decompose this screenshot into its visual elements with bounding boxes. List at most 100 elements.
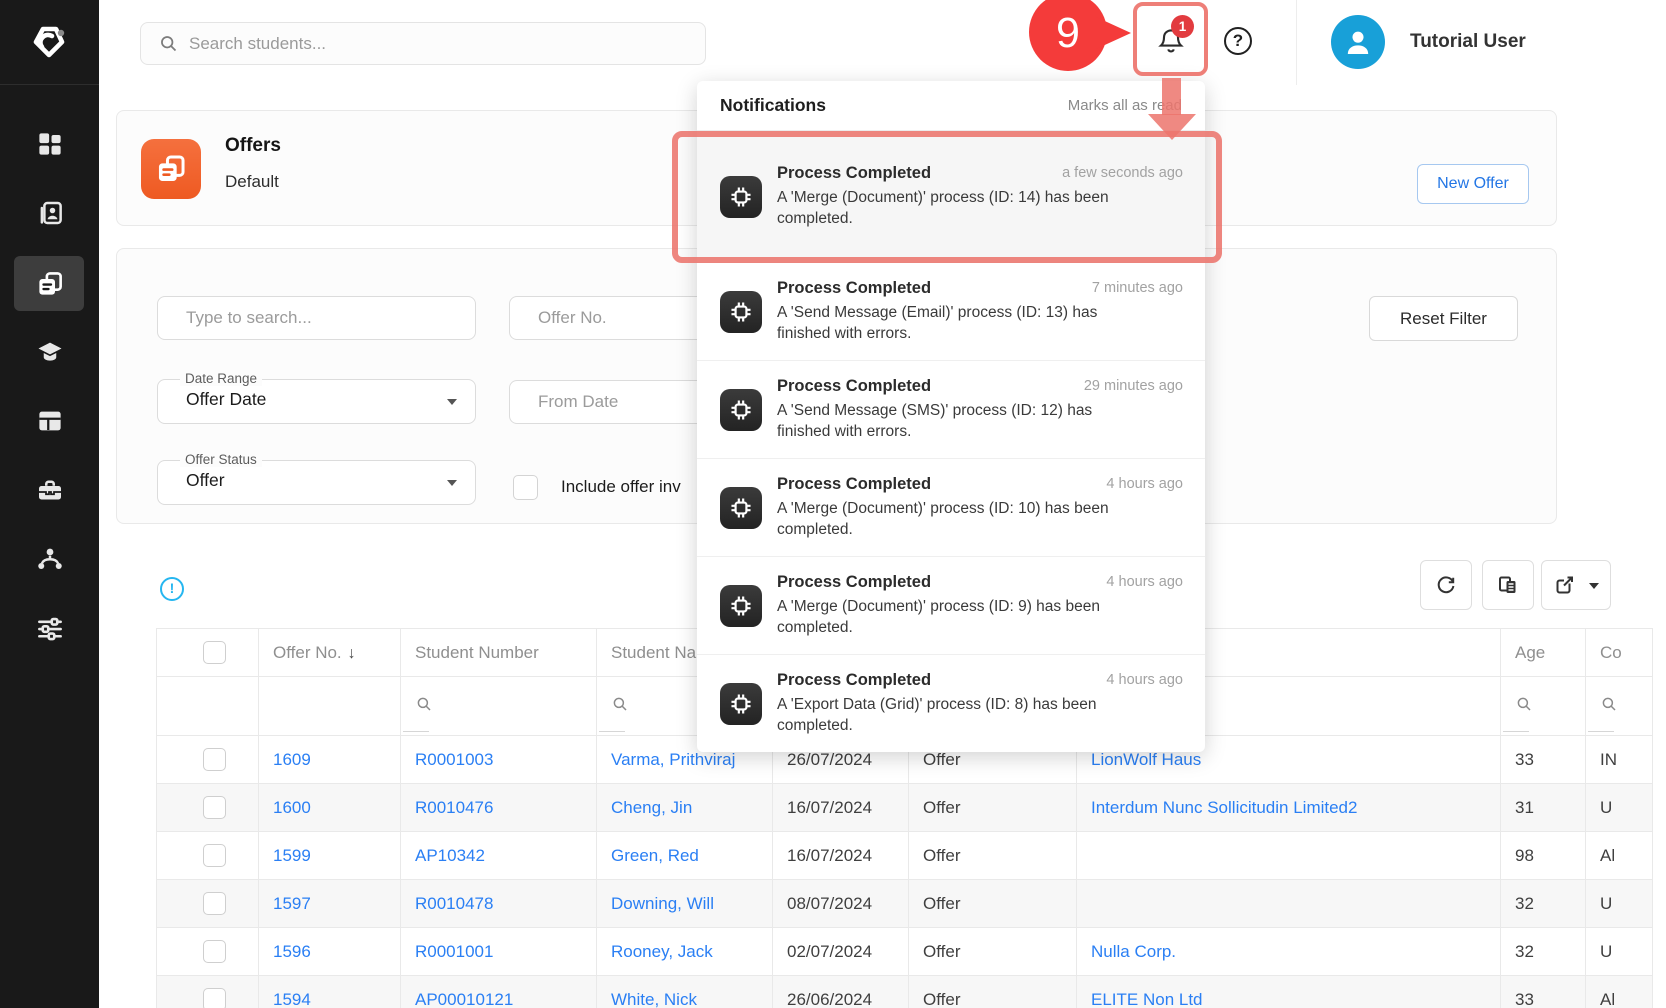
age: 32 (1515, 942, 1534, 961)
offer-status: Offer (923, 798, 960, 817)
offer-status: Offer (923, 846, 960, 865)
offer-link[interactable]: 1599 (273, 846, 311, 865)
student-number-link[interactable]: AP10342 (415, 846, 485, 865)
offer-link[interactable]: 1594 (273, 990, 311, 1008)
notification-message: A 'Send Message (SMS)' process (ID: 12) … (777, 400, 1149, 443)
notification-message: A 'Export Data (Grid)' process (ID: 8) h… (777, 694, 1149, 737)
search-icon (1600, 695, 1618, 713)
refresh-button[interactable] (1420, 560, 1472, 610)
select-all-checkbox[interactable] (203, 641, 226, 664)
help-icon[interactable]: ? (1224, 27, 1252, 55)
row-checkbox[interactable] (203, 748, 226, 771)
sidebar-item-settings[interactable] (35, 614, 65, 644)
column-chooser-button[interactable] (1482, 560, 1534, 610)
date-range-select[interactable]: Date Range Offer Date (157, 379, 476, 424)
company-link[interactable]: LionWolf Haus (1091, 750, 1201, 769)
notification-item[interactable]: Process Completed 7 minutes ago A 'Send … (697, 263, 1205, 361)
app-logo[interactable] (0, 0, 99, 85)
company-link[interactable]: ELITE Non Ltd (1091, 990, 1203, 1008)
notification-item[interactable]: Process Completed 4 hours ago A 'Merge (… (697, 459, 1205, 557)
include-offer-checkbox[interactable] (513, 475, 538, 500)
user-name[interactable]: Tutorial User (1410, 31, 1526, 53)
export-icon (1553, 573, 1577, 597)
country: IN (1600, 750, 1617, 769)
notification-item[interactable]: Process Completed 29 minutes ago A 'Send… (697, 361, 1205, 459)
student-number-link[interactable]: R0001001 (415, 942, 493, 961)
col-offer-no[interactable]: Offer No.↓ (259, 629, 401, 677)
offers-module-icon (141, 139, 201, 199)
filter-search-input[interactable] (158, 297, 475, 339)
filter-country[interactable] (1586, 677, 1653, 736)
include-offer-label: Include offer inv (561, 477, 681, 497)
student-name-link[interactable]: White, Nick (611, 990, 697, 1008)
table-row: 1596 R0001001 Rooney, Jack 02/07/2024 Of… (157, 928, 1653, 976)
reset-filter-button[interactable]: Reset Filter (1369, 296, 1518, 341)
student-name-link[interactable]: Cheng, Jin (611, 798, 692, 817)
sidebar-item-contacts[interactable] (35, 198, 65, 228)
company-link[interactable]: Nulla Corp. (1091, 942, 1176, 961)
sidebar-item-toolbox[interactable] (35, 475, 65, 505)
offer-status-label: Offer Status (180, 452, 262, 467)
offer-status-value: Offer (186, 470, 225, 491)
notification-message: A 'Send Message (Email)' process (ID: 13… (777, 302, 1149, 345)
notifications-header: Notifications Marks all as read (697, 81, 1205, 131)
table-row: 1599 AP10342 Green, Red 16/07/2024 Offer… (157, 832, 1653, 880)
offer-link[interactable]: 1597 (273, 894, 311, 913)
row-checkbox[interactable] (203, 988, 226, 1008)
sidebar-item-offers[interactable] (35, 269, 65, 299)
row-checkbox[interactable] (203, 844, 226, 867)
sidebar-item-dashboard[interactable] (35, 129, 65, 159)
student-number-link[interactable]: R0010478 (415, 894, 493, 913)
user-icon (1341, 25, 1375, 59)
student-name-link[interactable]: Varma, Prithviraj (611, 750, 735, 769)
row-checkbox[interactable] (203, 892, 226, 915)
column-chooser-icon (1496, 573, 1520, 597)
info-icon[interactable]: ! (160, 577, 184, 601)
chevron-down-icon (447, 480, 457, 486)
offer-status-select[interactable]: Offer Status Offer (157, 460, 476, 505)
annotation-step-number: 9 (1029, 0, 1107, 70)
sidebar-item-education[interactable] (35, 337, 65, 367)
student-number-link[interactable]: R0010476 (415, 798, 493, 817)
student-name-link[interactable]: Green, Red (611, 846, 699, 865)
student-number-link[interactable]: AP00010121 (415, 990, 513, 1008)
notification-item[interactable]: Process Completed 4 hours ago A 'Export … (697, 655, 1205, 752)
page-subtitle: Default (225, 172, 279, 192)
search-students-input[interactable] (189, 24, 689, 63)
annotation-bell-highlight (1133, 2, 1208, 76)
student-name-link[interactable]: Rooney, Jack (611, 942, 713, 961)
chevron-down-icon (1589, 583, 1599, 589)
avatar[interactable] (1331, 15, 1385, 69)
offer-link[interactable]: 1596 (273, 942, 311, 961)
annotation-arrow-head (1148, 114, 1196, 140)
topbar-divider (1296, 0, 1297, 85)
age: 32 (1515, 894, 1534, 913)
sidebar (0, 0, 99, 1008)
company-link[interactable]: Interdum Nunc Sollicitudin Limited2 (1091, 798, 1357, 817)
filter-age[interactable] (1501, 677, 1586, 736)
row-checkbox[interactable] (203, 940, 226, 963)
notification-time: 29 minutes ago (1084, 378, 1183, 394)
offer-link[interactable]: 1609 (273, 750, 311, 769)
search-icon (611, 695, 629, 713)
col-student-number[interactable]: Student Number (401, 629, 597, 677)
filter-student-number[interactable] (401, 677, 597, 736)
sidebar-item-layout[interactable] (35, 406, 65, 436)
export-button[interactable] (1541, 560, 1611, 610)
country: U (1600, 798, 1612, 817)
offer-date: 16/07/2024 (787, 846, 872, 865)
country: Al (1600, 846, 1615, 865)
col-age[interactable]: Age (1501, 629, 1586, 677)
new-offer-button[interactable]: New Offer (1417, 164, 1529, 204)
search-icon (158, 33, 179, 54)
row-checkbox[interactable] (203, 796, 226, 819)
student-name-link[interactable]: Downing, Will (611, 894, 714, 913)
process-icon (720, 291, 762, 333)
sidebar-item-relationships[interactable] (35, 544, 65, 574)
documents-icon (154, 152, 188, 186)
notification-item[interactable]: Process Completed 4 hours ago A 'Merge (… (697, 557, 1205, 655)
col-country[interactable]: Co (1586, 629, 1653, 677)
offer-link[interactable]: 1600 (273, 798, 311, 817)
student-number-link[interactable]: R0001003 (415, 750, 493, 769)
notification-message: A 'Merge (Document)' process (ID: 9) has… (777, 596, 1149, 639)
